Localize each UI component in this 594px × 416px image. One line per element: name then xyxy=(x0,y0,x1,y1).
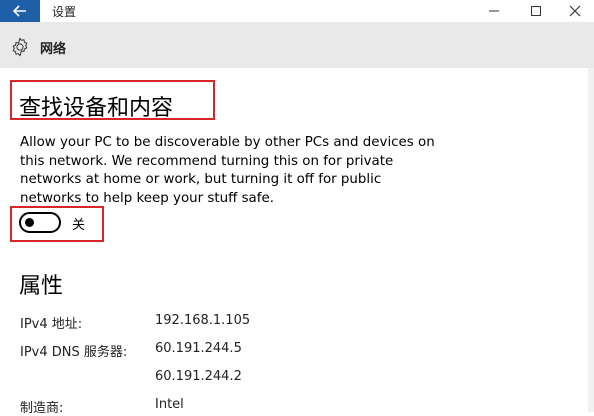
close-button[interactable] xyxy=(556,0,594,22)
toggle-state-label: 关 xyxy=(72,218,86,233)
back-button[interactable] xyxy=(0,0,40,22)
prop-value-ipv4: 192.168.1.105 xyxy=(155,313,251,328)
scrollbar[interactable] xyxy=(588,68,594,412)
minimize-icon xyxy=(489,10,499,12)
gear-icon xyxy=(12,37,28,57)
maximize-button[interactable] xyxy=(516,0,556,22)
title-bar: 设置 xyxy=(0,0,594,22)
prop-label-ipv4: IPv4 地址: xyxy=(20,317,83,332)
page-header: 网络 xyxy=(0,22,594,68)
prop-label-manufacturer: 制造商: xyxy=(20,401,64,416)
prop-value-dns-2: 60.191.244.2 xyxy=(155,369,242,384)
section-title-properties: 属性 xyxy=(19,274,64,299)
maximize-icon xyxy=(531,6,541,16)
section-title-discovery: 查找设备和内容 xyxy=(19,96,174,121)
close-icon xyxy=(569,5,581,17)
prop-value-manufacturer: Intel xyxy=(155,397,184,412)
minimize-button[interactable] xyxy=(474,0,514,22)
discovery-toggle[interactable] xyxy=(19,212,61,233)
discovery-description: Allow your PC to be discoverable by othe… xyxy=(20,135,435,206)
page-title: 网络 xyxy=(40,42,67,57)
prop-value-dns-1: 60.191.244.5 xyxy=(155,341,242,356)
prop-label-dns: IPv4 DNS 服务器: xyxy=(20,345,128,360)
window-title: 设置 xyxy=(52,5,77,19)
back-arrow-icon xyxy=(13,5,26,17)
toggle-knob xyxy=(25,218,34,227)
